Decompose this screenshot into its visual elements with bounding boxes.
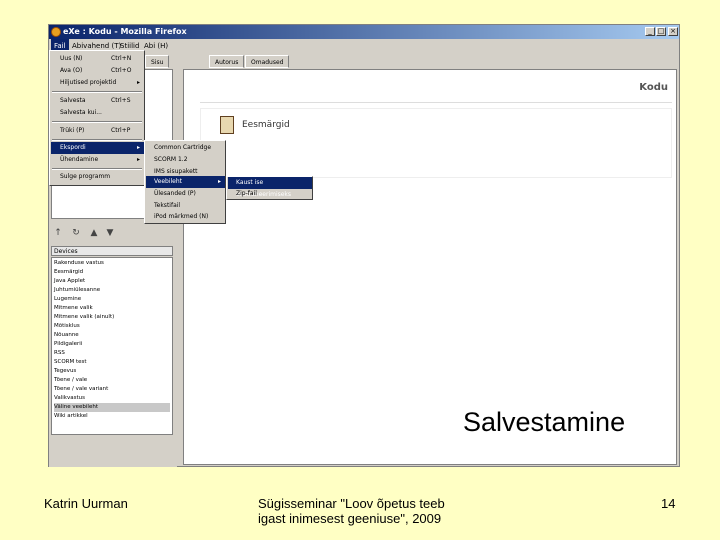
devices-list: Rakenduse vastus Eesmärgid Java Applet J… xyxy=(51,257,173,435)
list-item[interactable]: Mitmene valik xyxy=(54,304,170,313)
menu-item-open[interactable]: Ava (O) Ctrl+O xyxy=(51,65,144,77)
list-item[interactable]: Java Applet xyxy=(54,277,170,286)
slide-event-line-2: igast inimesest geeniuse", 2009 xyxy=(258,511,442,526)
file-menu: Uus (N) Ctrl+N Ava (O) Ctrl+O Hiljutised p… xyxy=(49,50,145,186)
move-up-icon[interactable]: ▲ xyxy=(89,228,99,238)
menu-item-ipod-notes[interactable]: iPod märkmed (N) xyxy=(146,211,225,223)
website-submenu: Kaust ise ekstraheerimiseks Zip-fail xyxy=(226,176,313,200)
chevron-right-icon: ▸ xyxy=(136,79,140,86)
menu-item-label: Hiljutised projektid xyxy=(60,79,117,86)
page-title: Kodu xyxy=(639,82,668,93)
list-item[interactable]: Tõene / vale variant xyxy=(54,385,170,394)
close-button[interactable]: × xyxy=(668,27,678,36)
shortcut: Ctrl+P xyxy=(111,127,131,134)
menu-item-quit[interactable]: Sulge programm xyxy=(51,171,144,183)
menu-item-zip-file[interactable]: Zip-fail xyxy=(228,188,312,200)
menu-separator xyxy=(52,91,142,93)
chevron-right-icon: ▸ xyxy=(217,178,221,185)
promote-icon[interactable]: ↑ xyxy=(53,228,63,238)
list-item[interactable]: Tõene / vale xyxy=(54,376,170,385)
list-item-selected[interactable]: Väline veebileht xyxy=(54,403,170,412)
idevice-title: Eesmärgid xyxy=(242,120,290,130)
list-item[interactable]: Wiki artikkel xyxy=(54,412,170,421)
window-title: eXe : Kodu - Mozilla Firefox xyxy=(63,27,187,36)
minimize-button[interactable]: _ xyxy=(645,27,655,36)
list-item[interactable]: SCORM test xyxy=(54,358,170,367)
list-item[interactable]: Tegevus xyxy=(54,367,170,376)
divider xyxy=(200,102,672,103)
menu-item-label: Ekspordi xyxy=(60,144,86,151)
menu-separator xyxy=(52,139,142,141)
list-item[interactable]: Mitmene valik (ainult) xyxy=(54,313,170,322)
maximize-button[interactable]: □ xyxy=(656,27,666,36)
menu-item-recent[interactable]: Hiljutised projektid ▸ xyxy=(51,77,144,89)
menu-item-label: Ühendamine xyxy=(60,156,99,163)
move-down-icon[interactable]: ▼ xyxy=(105,228,115,238)
authoring-pane: Autorus Omadused Kodu Eesmärgid xyxy=(179,53,679,467)
menu-help[interactable]: Abi (H) xyxy=(141,39,171,53)
menu-item-label: Veebileht xyxy=(154,178,183,185)
devices-header: Devices xyxy=(51,246,173,256)
clipboard-icon xyxy=(220,116,234,134)
slide-event-line-1: Sügisseminar "Loov õpetus teeb xyxy=(258,496,445,511)
chevron-right-icon: ▸ xyxy=(136,144,140,151)
menu-item-label: Salvesta xyxy=(60,97,86,104)
menu-item-common-cartridge[interactable]: Common Cartridge xyxy=(146,142,225,154)
list-item[interactable]: Mõtisklus xyxy=(54,322,170,331)
list-item[interactable]: Eesmärgid xyxy=(54,268,170,277)
slide-page-number: 14 xyxy=(661,496,676,511)
slide-event: Sügisseminar "Loov õpetus teeb igast ini… xyxy=(258,496,478,526)
menu-item-new[interactable]: Uus (N) Ctrl+N xyxy=(51,53,144,65)
list-item[interactable]: Lugemine xyxy=(54,295,170,304)
menu-item-export[interactable]: Ekspordi ▸ xyxy=(51,142,144,154)
menu-item-label: Sulge programm xyxy=(60,173,111,180)
menu-item-label: Salvesta kui... xyxy=(60,109,102,116)
slide-caption: Salvestamine xyxy=(463,407,626,437)
tab-authoring[interactable]: Autorus xyxy=(209,55,245,68)
tab-properties[interactable]: Omadused xyxy=(245,55,290,68)
menu-item-save[interactable]: Salvesta Ctrl+S xyxy=(51,95,144,107)
menu-item-web-site[interactable]: Veebileht ▸ xyxy=(146,176,225,188)
menu-separator xyxy=(52,168,142,170)
menu-item-scorm[interactable]: SCORM 1.2 xyxy=(146,154,225,166)
list-item[interactable]: Nõuanne xyxy=(54,331,170,340)
slide-author: Katrin Uurman xyxy=(44,496,128,511)
menu-item-label: Trüki (P) xyxy=(60,127,85,134)
shortcut: Ctrl+S xyxy=(111,97,131,104)
list-item[interactable]: RSS xyxy=(54,349,170,358)
shortcut: Ctrl+O xyxy=(111,67,132,74)
idevice-box xyxy=(200,108,672,178)
menu-item-merge[interactable]: Ühendamine ▸ xyxy=(51,154,144,166)
list-item[interactable]: Rakenduse vastus xyxy=(54,259,170,268)
menu-item-label: Ava (O) xyxy=(60,67,83,74)
list-item[interactable]: Valikvastus xyxy=(54,394,170,403)
tab-outline[interactable]: Sisu xyxy=(145,55,170,68)
shortcut: Ctrl+N xyxy=(111,55,132,62)
chevron-right-icon: ▸ xyxy=(136,156,140,163)
list-item[interactable]: Juhtumiülesanne xyxy=(54,286,170,295)
exe-logo-icon xyxy=(51,27,61,37)
menu-item-print[interactable]: Trüki (P) Ctrl+P xyxy=(51,125,144,137)
menu-separator xyxy=(52,121,142,123)
export-submenu: Common Cartridge SCORM 1.2 IMS sisupaket… xyxy=(144,140,226,224)
menu-item-save-as[interactable]: Salvesta kui... xyxy=(51,107,144,119)
list-item[interactable]: Pildigalerii xyxy=(54,340,170,349)
content-area: Kodu Eesmärgid xyxy=(183,69,677,465)
title-bar: eXe : Kodu - Mozilla Firefox xyxy=(49,25,679,39)
menu-item-label: Uus (N) xyxy=(60,55,83,62)
refresh-icon[interactable]: ↻ xyxy=(71,228,81,238)
menu-item-assignments[interactable]: Ülesanded (P) xyxy=(146,188,225,200)
